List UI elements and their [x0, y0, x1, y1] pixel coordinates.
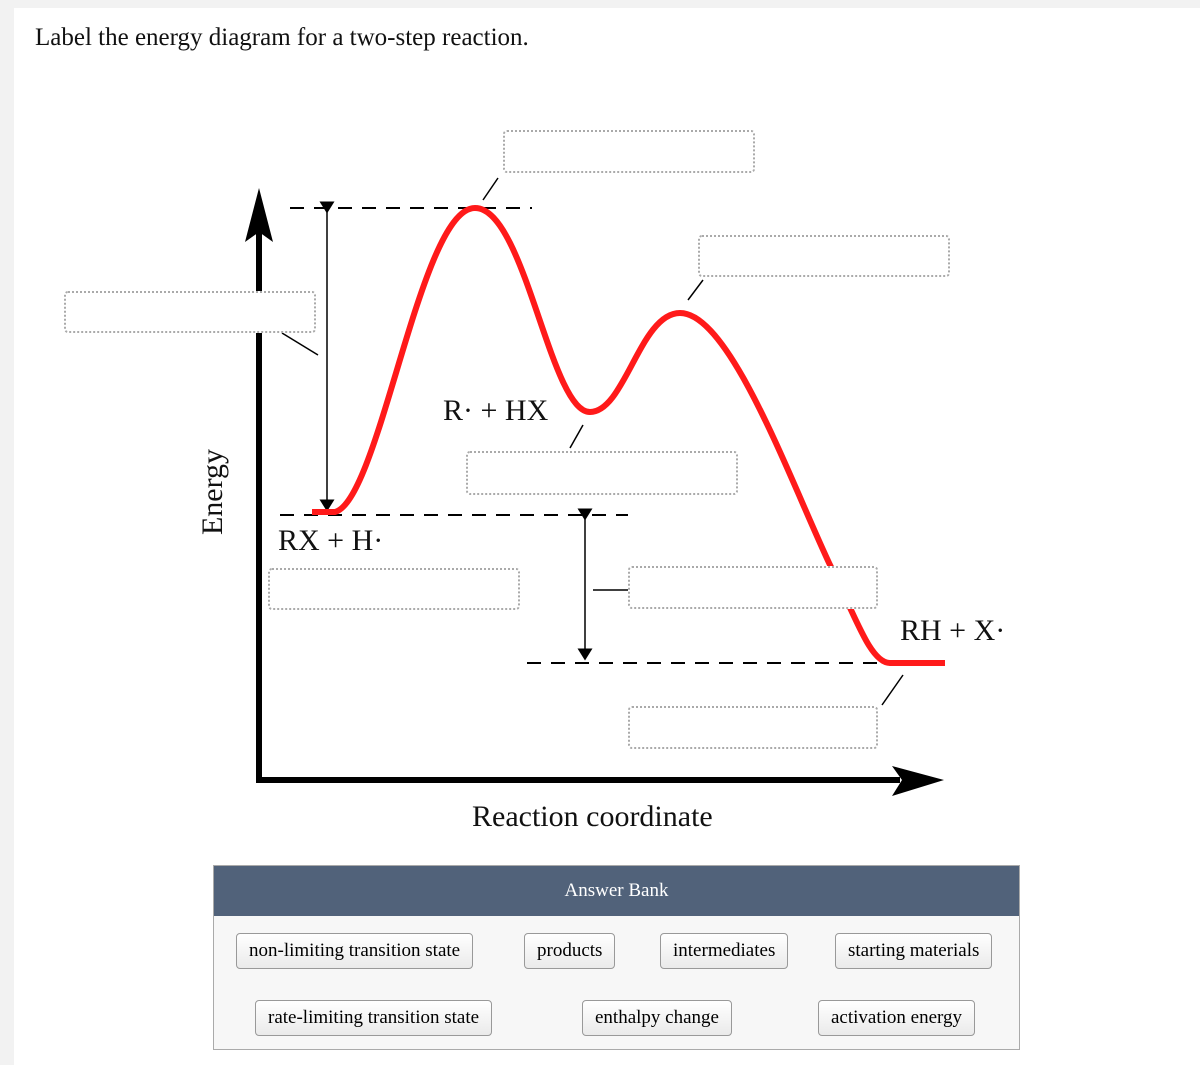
- answer-chip[interactable]: starting materials: [835, 933, 993, 969]
- answer-chip[interactable]: products: [524, 933, 616, 969]
- drop-target-ts1[interactable]: [503, 130, 755, 173]
- answer-chip[interactable]: rate-limiting transition state: [255, 1000, 493, 1036]
- answer-chip[interactable]: intermediates: [660, 933, 789, 969]
- x-axis-label: Reaction coordinate: [472, 800, 713, 833]
- answer-chip[interactable]: enthalpy change: [582, 1000, 732, 1036]
- answer-chip[interactable]: activation energy: [818, 1000, 976, 1036]
- drop-target-enthalpy[interactable]: [628, 566, 878, 609]
- intermediate-label: R· + HX: [443, 394, 549, 427]
- drop-target-products[interactable]: [628, 706, 878, 749]
- drop-target-intermediate[interactable]: [466, 451, 738, 495]
- product-label: RH + X·: [900, 614, 1006, 647]
- drop-target-ts2[interactable]: [698, 235, 950, 277]
- answer-bank-title: Answer Bank: [214, 866, 1019, 916]
- drop-target-reactants[interactable]: [268, 568, 520, 610]
- drop-target-energy-axis[interactable]: [64, 291, 316, 333]
- reactant-label: RX + H·: [278, 524, 384, 557]
- answer-chip[interactable]: non-limiting transition state: [236, 933, 474, 969]
- energy-diagram: [245, 177, 945, 796]
- answer-bank: Answer Bank non-limiting transition stat…: [213, 865, 1020, 1050]
- y-axis-label: Energy: [196, 448, 230, 536]
